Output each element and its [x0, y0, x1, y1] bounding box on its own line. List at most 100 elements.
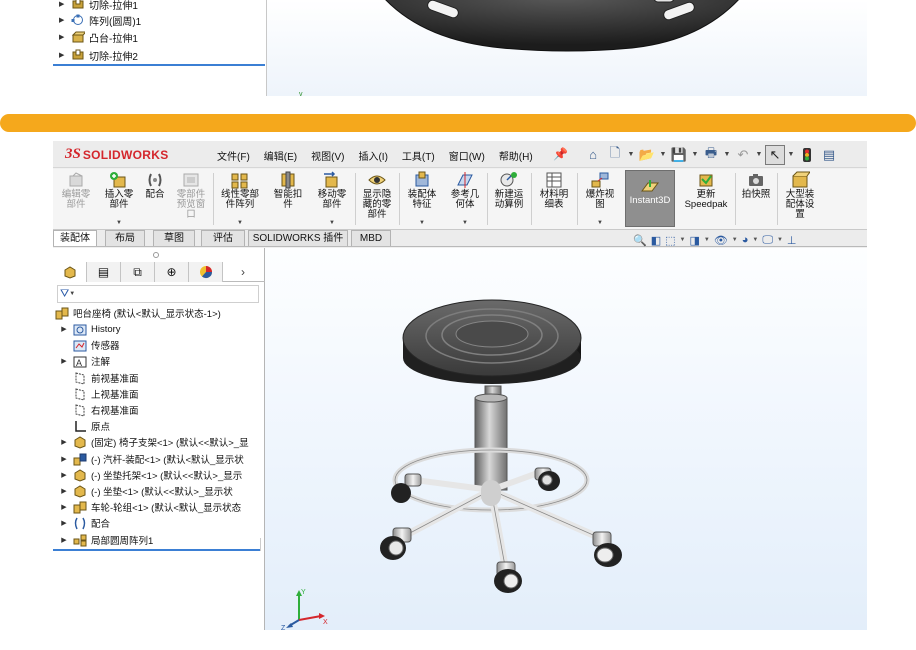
expand-arrow-icon[interactable]: ▶ [59, 519, 69, 527]
display-style-icon[interactable]: ◨ [689, 234, 699, 247]
chevron-down-icon[interactable]: ▼ [704, 237, 710, 243]
tab-evaluate[interactable]: 评估 [201, 230, 245, 246]
tree-item-top-plane[interactable]: 上视基准面 [59, 386, 139, 402]
chevron-down-icon[interactable]: ▼ [329, 218, 335, 228]
edit-component-button[interactable]: 编辑零 部件 [56, 171, 96, 228]
menu-view[interactable]: 视图(V) [304, 148, 351, 163]
expand-arrow-icon[interactable]: ▶ [59, 455, 69, 463]
menu-help[interactable]: 帮助(H) [492, 148, 540, 163]
property-manager-tab[interactable]: ▤ [87, 262, 121, 282]
undo-icon[interactable]: ↶ [733, 145, 753, 165]
tree-item-chair-frame[interactable]: ▶ (固定) 椅子支架<1> (默认<<默认>_显 [59, 434, 263, 450]
chevron-down-icon[interactable]: ▼ [691, 151, 699, 158]
assembly-feature-button[interactable]: 装配体 特征 ▼ [401, 171, 443, 228]
move-component-button[interactable]: 移动零 部件 ▼ [311, 171, 353, 228]
tree-item-front-plane[interactable]: 前视基准面 [59, 370, 139, 386]
instant3d-button[interactable]: Instant3D [625, 170, 675, 227]
tab-mbd[interactable]: MBD [351, 230, 391, 246]
tree-item-history[interactable]: ▶ History [59, 321, 121, 337]
chevron-down-icon[interactable]: ▼ [627, 151, 635, 158]
tree-item-cut-extrude-1[interactable]: ▶ 切除-拉伸1 [59, 0, 138, 12]
tree-item-local-circular-pattern[interactable]: ▶ 局部圆周阵列1 [59, 532, 153, 548]
tree-root-assembly[interactable]: 吧台座椅 (默认<默认_显示状态-1>) [55, 305, 221, 321]
traffic-light-icon[interactable] [797, 145, 817, 165]
update-speedpak-button[interactable]: 更新 Speedpak [679, 171, 733, 228]
reference-geometry-button[interactable]: 参考几 何体 ▼ [445, 171, 485, 228]
chevron-down-icon[interactable]: ▼ [419, 218, 425, 228]
top-graphics-area[interactable]: v [267, 0, 867, 96]
solidworks-logo[interactable]: 3S SOLIDWORKS [65, 144, 169, 165]
options-panel-icon[interactable]: ▤ [819, 145, 839, 165]
home-icon[interactable]: ⌂ [583, 145, 603, 165]
insert-component-button[interactable]: 插入零 部件 ▼ [98, 171, 140, 228]
expand-arrow-icon[interactable]: ▶ [59, 51, 67, 59]
chevron-down-icon[interactable]: ▼ [659, 151, 667, 158]
expand-arrow-icon[interactable]: ▶ [59, 16, 67, 24]
snapshot-button[interactable]: 拍快照 [737, 171, 775, 228]
triad-icon[interactable]: ⊥ [787, 234, 797, 247]
linear-pattern-button[interactable]: 线性零部 件阵列 ▼ [215, 171, 265, 228]
chevron-down-icon[interactable]: ▼ [732, 237, 738, 243]
select-pointer-icon[interactable]: ↖ [765, 144, 785, 165]
expand-arrow-icon[interactable]: ▶ [59, 471, 69, 479]
tree-item-wheel-group[interactable]: ▶ 车轮-轮组<1> (默认<默认_显示状态 [59, 499, 263, 515]
new-document-icon[interactable]: 🗋 [605, 145, 625, 165]
tree-item-circular-pattern-1[interactable]: ▶ 阵列(圆周)1 [59, 12, 141, 28]
chevron-down-icon[interactable]: ▼ [777, 237, 783, 243]
appearance-icon[interactable]: ◕ [742, 234, 749, 246]
save-icon[interactable]: 💾 [669, 145, 689, 165]
chevron-down-icon[interactable]: ▼ [752, 237, 758, 243]
expand-arrow-icon[interactable]: ▶ [59, 438, 69, 446]
mate-button[interactable]: 配合 [141, 171, 169, 228]
view-settings-icon[interactable]: 🖵 [762, 234, 773, 247]
chevron-down-icon[interactable]: ▼ [723, 151, 731, 158]
tree-item-annotations[interactable]: ▶ A 注解 [59, 353, 110, 369]
pin-menu-icon[interactable]: 📌 [553, 147, 568, 161]
chevron-right-icon[interactable]: › [223, 262, 263, 281]
tree-item-gas-lift-assembly[interactable]: ▶ (-) 汽杆-装配<1> (默认<默认_显示状 [59, 451, 263, 467]
smart-fastener-button[interactable]: 智能扣 件 [267, 171, 309, 228]
chevron-down-icon[interactable]: ▼ [237, 218, 243, 228]
chevron-down-icon[interactable]: ▼ [680, 237, 686, 243]
expand-arrow-icon[interactable]: ▶ [59, 325, 69, 333]
hide-show-items-icon[interactable]: 👁 [714, 234, 728, 247]
chevron-down-icon[interactable]: ▼ [755, 151, 763, 158]
tree-item-seat-cushion[interactable]: ▶ (-) 坐垫<1> (默认<<默认>_显示状 [59, 483, 263, 499]
section-view-icon[interactable]: ◧ [651, 234, 661, 247]
tree-item-boss-extrude-1[interactable]: ▶ 凸台-拉伸1 [59, 29, 138, 45]
chevron-down-icon[interactable]: ▼ [787, 151, 795, 158]
expand-arrow-icon[interactable]: ▶ [59, 33, 67, 41]
expand-arrow-icon[interactable]: ▶ [59, 536, 69, 544]
large-assembly-settings-button[interactable]: 大型装 配体设 置 [779, 171, 821, 228]
chevron-down-icon[interactable]: ▼ [69, 291, 75, 297]
menu-edit[interactable]: 编辑(E) [257, 148, 304, 163]
tree-item-origin[interactable]: 原点 [59, 418, 110, 434]
zoom-to-fit-icon[interactable]: 🔍 [633, 234, 647, 247]
configuration-manager-tab[interactable]: ⧉ [121, 262, 155, 282]
expand-arrow-icon[interactable]: ▶ [59, 0, 67, 8]
tab-assembly[interactable]: 装配体 [53, 230, 97, 246]
tab-layout[interactable]: 布局 [105, 230, 145, 246]
chevron-down-icon[interactable]: ▼ [597, 218, 603, 228]
bill-of-materials-button[interactable]: 材料明 细表 [533, 171, 575, 228]
chevron-down-icon[interactable]: ▼ [116, 218, 122, 228]
tab-solidworks-addins[interactable]: SOLIDWORKS 插件 [248, 230, 348, 246]
tree-item-mates[interactable]: ▶ 配合 [59, 515, 110, 531]
show-hidden-components-button[interactable]: 显示隐 藏的零 部件 [357, 171, 397, 228]
expand-arrow-icon[interactable]: ▶ [59, 487, 69, 495]
graphics-area[interactable]: Y X Z [265, 248, 867, 630]
menu-file[interactable]: 文件(F) [210, 148, 257, 163]
tree-item-right-plane[interactable]: 右视基准面 [59, 402, 139, 418]
tree-filter[interactable]: ⛛ ▼ [57, 285, 259, 303]
component-preview-button[interactable]: 零部件 预览窗 口 [171, 171, 211, 228]
menu-window[interactable]: 窗口(W) [442, 148, 492, 163]
expand-arrow-icon[interactable]: ▶ [59, 503, 69, 511]
feature-manager-tab[interactable] [53, 262, 87, 282]
new-motion-study-button[interactable]: 新建运 动算例 [489, 171, 529, 228]
dimxpert-manager-tab[interactable]: ⊕ [155, 262, 189, 282]
menu-insert[interactable]: 插入(I) [351, 148, 394, 163]
view-orientation-icon[interactable]: ⬚ [665, 234, 675, 247]
menu-tools[interactable]: 工具(T) [395, 148, 442, 163]
tree-item-seat-bracket[interactable]: ▶ (-) 坐垫托架<1> (默认<<默认>_显示 [59, 467, 263, 483]
tree-item-cut-extrude-2[interactable]: ▶ 切除-拉伸2 [59, 47, 138, 63]
